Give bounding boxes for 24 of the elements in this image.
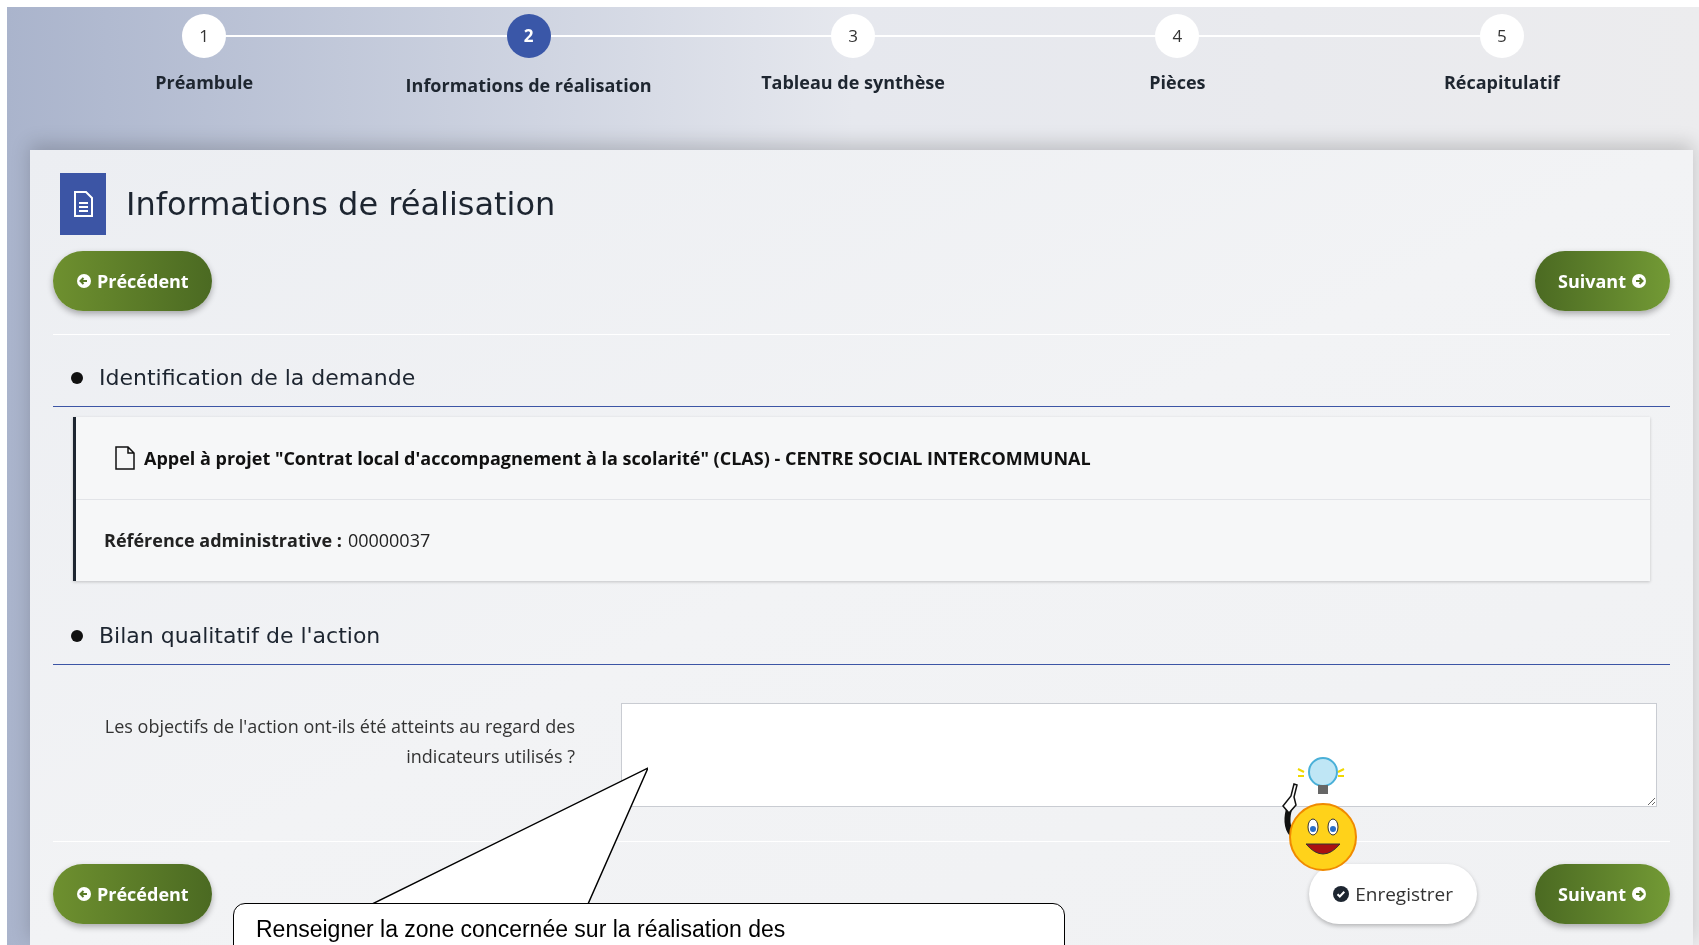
next-button[interactable]: Suivant [1535, 864, 1670, 924]
section-heading: Identification de la demande [99, 364, 416, 392]
section-heading: Bilan qualitatif de l'action [99, 622, 381, 650]
file-icon [114, 446, 136, 470]
next-button[interactable]: Suivant [1535, 251, 1670, 311]
step-label[interactable]: Récapitulatif [1443, 69, 1560, 96]
check-circle-icon [1333, 886, 1350, 902]
previous-button[interactable]: Précédent [53, 864, 212, 924]
save-button[interactable]: Enregistrer [1309, 864, 1477, 924]
question-label: Les objectifs de l'action ont-ils été atteints au regard des indicateurs utilisés ? [103, 713, 575, 770]
bullet-icon [71, 629, 83, 642]
step-label[interactable]: Informations de réalisation [405, 72, 652, 99]
request-title: Appel à projet "Contrat local d'accompagnement à la scolarité" (CLAS) - CENTRE SOCIAL INTERCOMMUNAL [144, 444, 1091, 472]
reference-value: 00000037 [347, 527, 431, 554]
reference-label: Référence administrative : [104, 527, 342, 554]
page-title: Informations de réalisation [126, 184, 556, 225]
speech-bubble: Renseigner la zone concernée sur la réalisation des [233, 903, 1065, 945]
answer-field[interactable] [621, 703, 1657, 807]
step-label[interactable]: Pièces [1149, 69, 1206, 96]
previous-button[interactable]: Précédent [53, 251, 212, 311]
document-icon [60, 173, 106, 235]
step-label[interactable]: Tableau de synthèse [761, 69, 945, 96]
bullet-icon [71, 371, 83, 384]
step-label[interactable]: Préambule [155, 69, 254, 96]
